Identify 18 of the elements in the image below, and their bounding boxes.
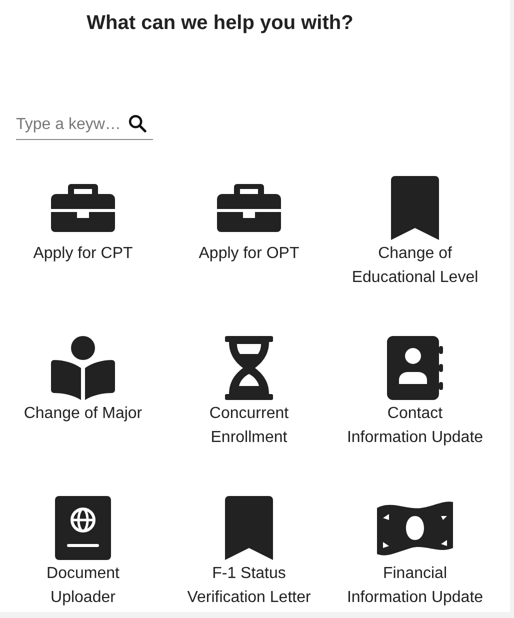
service-link[interactable]: Change of Educational Level (332, 176, 498, 336)
contact-book-icon (387, 336, 443, 400)
service-link[interactable]: Change of Major (0, 336, 166, 496)
service-link[interactable]: Apply for CPT (0, 176, 166, 336)
reading-person-icon (51, 336, 115, 400)
service-link[interactable]: Document Uploader (0, 496, 166, 610)
hourglass-icon (225, 336, 273, 400)
search-icon[interactable] (128, 114, 147, 132)
service-link[interactable]: Contact Information Update (332, 336, 498, 496)
search-field[interactable]: Type a keyw… (16, 111, 153, 140)
service-link[interactable]: F-1 Status Verification Letter (166, 496, 332, 610)
service-link[interactable]: Financial Information Update (332, 496, 498, 610)
service-link[interactable]: Concurrent Enrollment (166, 336, 332, 496)
passport-icon (55, 496, 111, 560)
page-title: What can we help you with? (86, 11, 354, 35)
bookmark-icon (391, 176, 439, 240)
bookmark-icon (225, 496, 273, 560)
service-link[interactable]: Apply for OPT (166, 176, 332, 336)
